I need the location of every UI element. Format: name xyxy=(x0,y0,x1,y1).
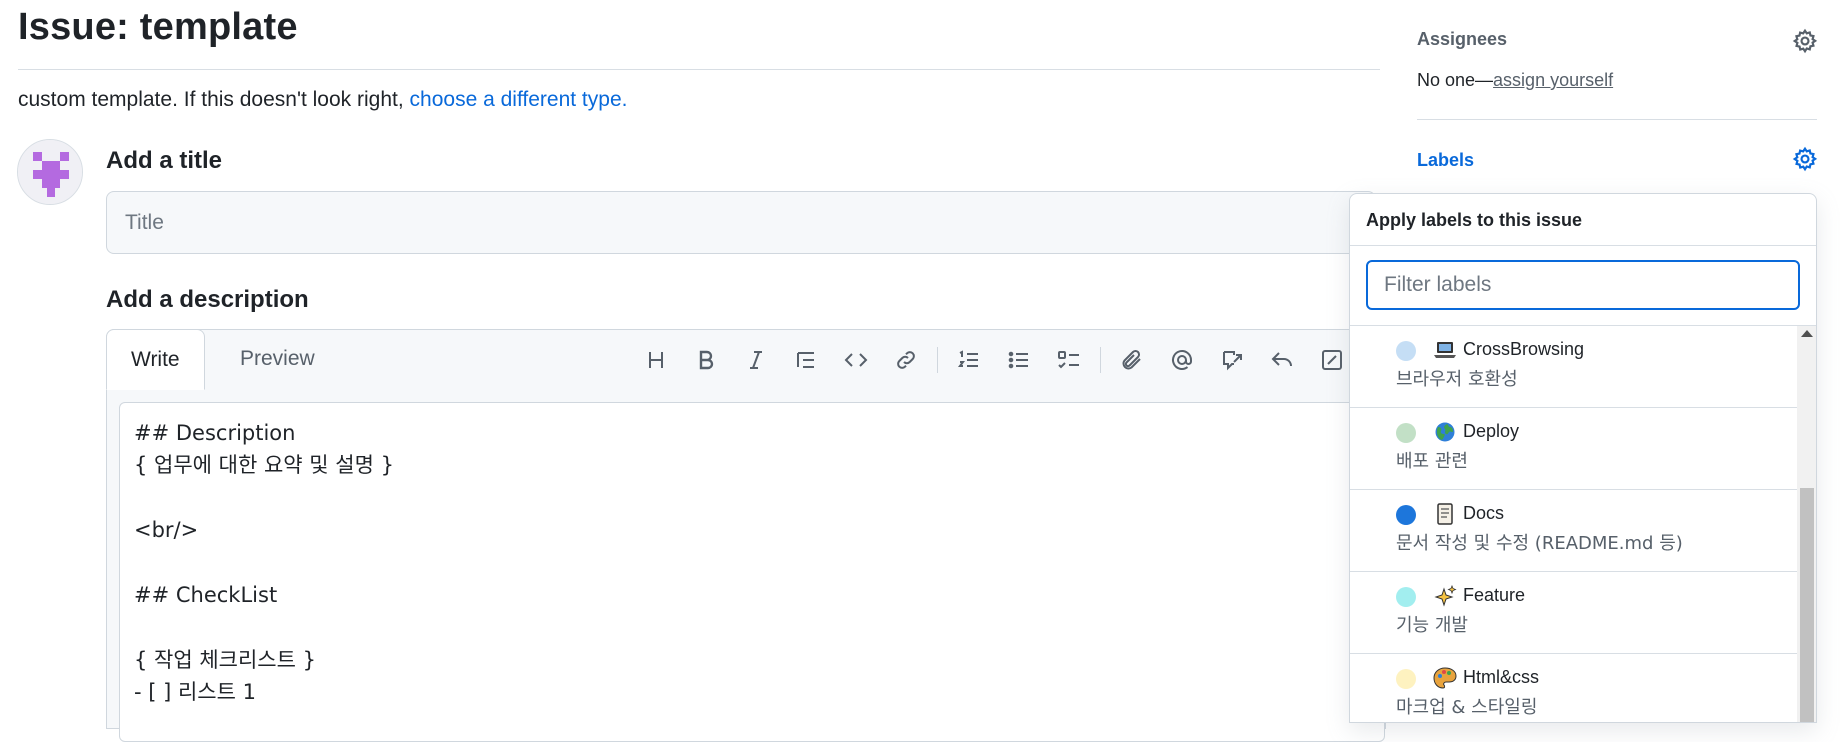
choose-type-link[interactable]: choose a different type. xyxy=(410,88,628,111)
label-item-docs[interactable]: Docs 문서 작성 및 수정 (README.md 등) xyxy=(1350,490,1797,572)
assignees-none-text: No one— xyxy=(1417,70,1494,90)
label-description: 마크업 & 스타일링 xyxy=(1396,697,1538,718)
heading-icon xyxy=(649,352,663,368)
toolbar-divider xyxy=(1100,347,1101,373)
palette-icon xyxy=(1433,667,1457,689)
label-list-scrollbar[interactable] xyxy=(1797,326,1816,722)
label-color-swatch xyxy=(1396,669,1416,689)
bold-icon xyxy=(699,350,714,370)
bulleted-list-icon xyxy=(1008,351,1028,369)
popover-divider xyxy=(1350,245,1816,246)
label-color-swatch xyxy=(1396,587,1416,607)
description-editor: Write Preview ## Description {업무에 대한 요약… xyxy=(106,329,1386,742)
title-section-label: Add a title xyxy=(106,147,223,174)
attach-icon xyxy=(1122,349,1141,370)
label-description: 기능 개발 xyxy=(1396,615,1468,636)
template-note: custom template. If this doesn't look ri… xyxy=(18,88,627,112)
assign-yourself-link[interactable]: assign yourself xyxy=(1493,70,1613,90)
reply-icon xyxy=(1271,352,1292,367)
assignees-heading: Assignees xyxy=(1417,29,1508,49)
mention-icon xyxy=(1172,349,1192,370)
description-section-label: Add a description xyxy=(106,286,309,313)
numbered-list-icon xyxy=(958,350,978,367)
link-icon xyxy=(897,351,915,369)
title-input[interactable] xyxy=(106,191,1376,254)
laptop-icon xyxy=(1434,342,1456,358)
label-item-htmlcss[interactable]: Html&css 마크업 & 스타일링 xyxy=(1350,654,1797,722)
task-list-icon xyxy=(1058,351,1079,369)
labels-gear-icon[interactable] xyxy=(1792,146,1818,172)
label-item-feature[interactable]: Feature 기능 개발 xyxy=(1350,572,1797,654)
assignees-gear-icon[interactable] xyxy=(1792,28,1818,54)
markdown-toolbar xyxy=(631,342,1357,378)
label-item-crossbrowsing[interactable]: CrossBrowsing 브라우저 호환성 xyxy=(1350,326,1797,408)
template-note-text: custom template. If this doesn't look ri… xyxy=(18,88,410,111)
reply-button[interactable] xyxy=(1257,342,1307,378)
bold-button[interactable] xyxy=(681,342,731,378)
scroll-icon xyxy=(1437,503,1453,525)
page-title: Issue: template xyxy=(18,6,298,48)
scroll-up-arrow-icon[interactable] xyxy=(1801,330,1813,337)
italic-button[interactable] xyxy=(731,342,781,378)
label-name: Deploy xyxy=(1463,421,1520,441)
label-name: Docs xyxy=(1463,503,1505,523)
code-icon xyxy=(844,353,868,367)
label-description: 배포 관련 xyxy=(1396,451,1468,472)
label-list: CrossBrowsing 브라우저 호환성 Deploy 배포 관련 Docs… xyxy=(1350,326,1797,722)
task-list-button[interactable] xyxy=(1044,342,1094,378)
label-color-swatch xyxy=(1396,341,1416,361)
title-divider xyxy=(18,69,1380,70)
sidebar-divider xyxy=(1417,119,1817,120)
heading-button[interactable] xyxy=(631,342,681,378)
labels-heading[interactable]: Labels xyxy=(1417,150,1474,171)
label-name: CrossBrowsing xyxy=(1463,339,1585,359)
description-textarea[interactable]: ## Description { 업무에 대한 요약 및 설명 } <br/> … xyxy=(119,402,1385,742)
sparkles-icon xyxy=(1434,585,1457,607)
quote-button[interactable] xyxy=(781,342,831,378)
label-name: Html&css xyxy=(1463,667,1539,687)
bulleted-list-button[interactable] xyxy=(994,342,1044,378)
attach-button[interactable] xyxy=(1107,342,1157,378)
avatar xyxy=(17,139,83,205)
filter-labels-input[interactable] xyxy=(1366,260,1800,310)
fullscreen-icon xyxy=(1322,350,1342,370)
reference-button[interactable] xyxy=(1207,342,1257,378)
numbered-list-button[interactable] xyxy=(944,342,994,378)
reference-icon xyxy=(1223,351,1242,371)
italic-icon xyxy=(750,351,762,369)
toolbar-divider xyxy=(937,347,938,373)
globe-icon xyxy=(1435,422,1455,442)
label-item-deploy[interactable]: Deploy 배포 관련 xyxy=(1350,408,1797,490)
label-color-swatch xyxy=(1396,505,1416,525)
tab-preview[interactable]: Preview xyxy=(216,329,339,389)
scrollbar-thumb[interactable] xyxy=(1800,488,1814,722)
mention-button[interactable] xyxy=(1157,342,1207,378)
assignees-value: No one—assign yourself xyxy=(1417,70,1613,91)
link-button[interactable] xyxy=(881,342,931,378)
label-color-swatch xyxy=(1396,423,1416,443)
label-description: 문서 작성 및 수정 (README.md 등) xyxy=(1396,533,1683,554)
label-name: Feature xyxy=(1463,585,1526,605)
labels-popover: Apply labels to this issue CrossBrowsing… xyxy=(1349,193,1817,723)
label-description: 브라우저 호환성 xyxy=(1396,369,1518,390)
code-button[interactable] xyxy=(831,342,881,378)
tab-write[interactable]: Write xyxy=(106,329,205,390)
quote-icon xyxy=(797,352,814,368)
labels-popover-title: Apply labels to this issue xyxy=(1366,210,1583,230)
